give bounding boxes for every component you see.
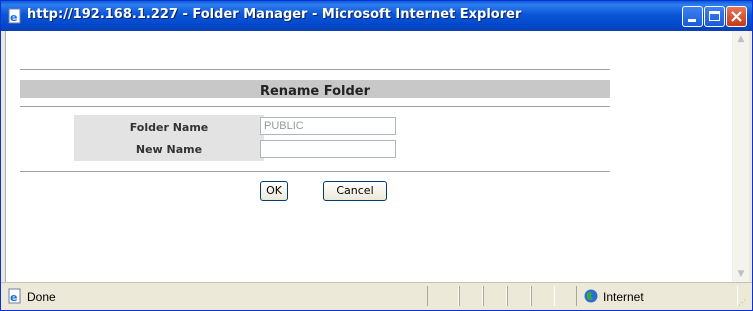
minimize-icon (688, 19, 696, 22)
ie-page-icon: e (7, 288, 23, 304)
status-pane (427, 286, 459, 306)
page-title: Rename Folder (259, 84, 371, 99)
status-text: Done (27, 290, 56, 304)
ie-page-icon: e (7, 8, 23, 24)
minimize-button[interactable] (682, 6, 703, 27)
page-content: Rename Folder Folder Name New Name PUBLI… (5, 31, 749, 282)
status-pane (531, 286, 555, 306)
maximize-button[interactable] (704, 6, 725, 27)
zone-pane (576, 286, 738, 306)
divider (20, 171, 610, 172)
status-pane (483, 286, 507, 306)
close-button[interactable] (726, 6, 747, 27)
status-pane (507, 286, 531, 306)
resize-grip-icon[interactable]: ⋰ (738, 298, 748, 308)
globe-icon (584, 288, 598, 303)
divider (20, 69, 610, 70)
label-column: Folder Name New Name (74, 115, 264, 161)
divider (20, 106, 610, 107)
scroll-up-icon[interactable]: ▲ (733, 31, 749, 47)
svg-text:e: e (10, 291, 17, 304)
svg-text:e: e (10, 11, 17, 24)
browser-window: e http://192.168.1.227 - Folder Manager … (0, 0, 753, 311)
security-zone-text: Internet (603, 290, 644, 304)
new-name-input[interactable] (260, 140, 396, 158)
folder-name-field[interactable]: PUBLIC (260, 117, 396, 135)
window-title: http://192.168.1.227 - Folder Manager - … (27, 7, 522, 22)
maximize-icon (709, 11, 720, 21)
folder-name-label: Folder Name (129, 121, 209, 134)
vertical-scrollbar[interactable]: ▲ ▼ (732, 31, 749, 282)
status-pane (459, 286, 483, 306)
scroll-down-icon[interactable]: ▼ (733, 266, 749, 282)
title-bar[interactable]: e http://192.168.1.227 - Folder Manager … (1, 1, 752, 31)
new-name-label: New Name (135, 143, 203, 156)
status-bar: e Done Internet ⋰ (1, 282, 752, 310)
close-icon (731, 11, 742, 22)
ok-button[interactable]: OK (260, 181, 288, 201)
cancel-button[interactable]: Cancel (323, 181, 387, 201)
form-heading-bar: Rename Folder (20, 80, 610, 99)
